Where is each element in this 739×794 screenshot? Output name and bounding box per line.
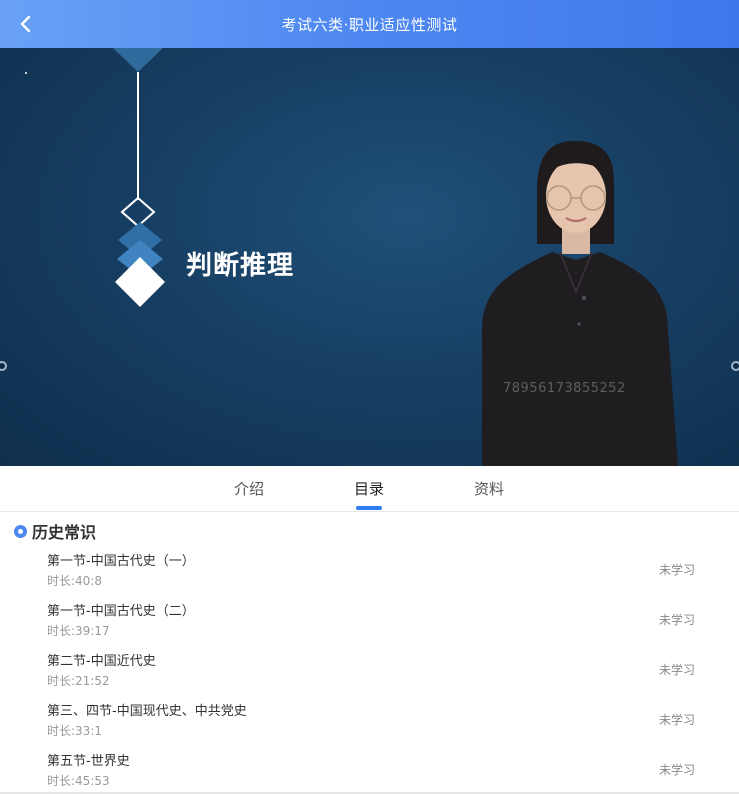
tab-intro[interactable]: 介绍 xyxy=(224,466,274,512)
lesson-item[interactable]: 第一节-中国古代史（一） 时长:40:8 未学习 xyxy=(0,550,739,600)
lesson-title: 第二节-中国近代史 xyxy=(47,654,156,669)
chapter-header[interactable]: 历史常识 xyxy=(14,519,96,543)
lesson-duration: 时长:21:52 xyxy=(47,674,110,688)
presenter-figure xyxy=(482,141,678,466)
lesson-status: 未学习 xyxy=(659,663,696,677)
tab-materials[interactable]: 资料 xyxy=(464,466,514,512)
lesson-duration: 时长:45:53 xyxy=(47,774,110,788)
back-button[interactable] xyxy=(10,8,42,40)
lesson-item[interactable]: 第二节-中国近代史 时长:21:52 未学习 xyxy=(0,650,739,700)
lesson-title: 第三、四节-中国现代史、中共党史 xyxy=(47,704,247,719)
lesson-duration: 时长:40:8 xyxy=(47,574,102,588)
active-tab-indicator xyxy=(356,506,382,510)
chevron-left-icon xyxy=(20,15,31,33)
lesson-item[interactable]: 第三、四节-中国现代史、中共党史 时长:33:1 未学习 xyxy=(0,700,739,750)
chapter-title: 历史常识 xyxy=(32,523,97,542)
lesson-status: 未学习 xyxy=(659,613,696,627)
video-player[interactable]: 判断推理 78956173855252 xyxy=(0,48,739,466)
lesson-status: 未学习 xyxy=(659,563,696,577)
lesson-item[interactable]: 第一节-中国古代史（二） 时长:39:17 未学习 xyxy=(0,600,739,650)
lesson-title: 第五节-世界史 xyxy=(47,754,130,769)
lesson-title: 第一节-中国古代史（一） xyxy=(47,554,195,569)
video-watermark: 78956173855252 xyxy=(503,381,626,396)
lesson-status: 未学习 xyxy=(659,713,696,727)
app-header: 考试六类·职业适应性测试 xyxy=(0,0,739,48)
page-title: 考试六类·职业适应性测试 xyxy=(281,15,458,34)
chapter-dot-icon xyxy=(14,524,27,538)
lesson-duration: 时长:33:1 xyxy=(47,724,102,738)
lesson-status: 未学习 xyxy=(659,763,696,777)
lesson-duration: 时长:39:17 xyxy=(47,624,110,638)
lesson-title: 第一节-中国古代史（二） xyxy=(47,604,195,619)
right-side-handle[interactable] xyxy=(731,361,739,371)
lesson-item[interactable]: 第五节-世界史 时长:45:53 未学习 xyxy=(0,750,739,794)
